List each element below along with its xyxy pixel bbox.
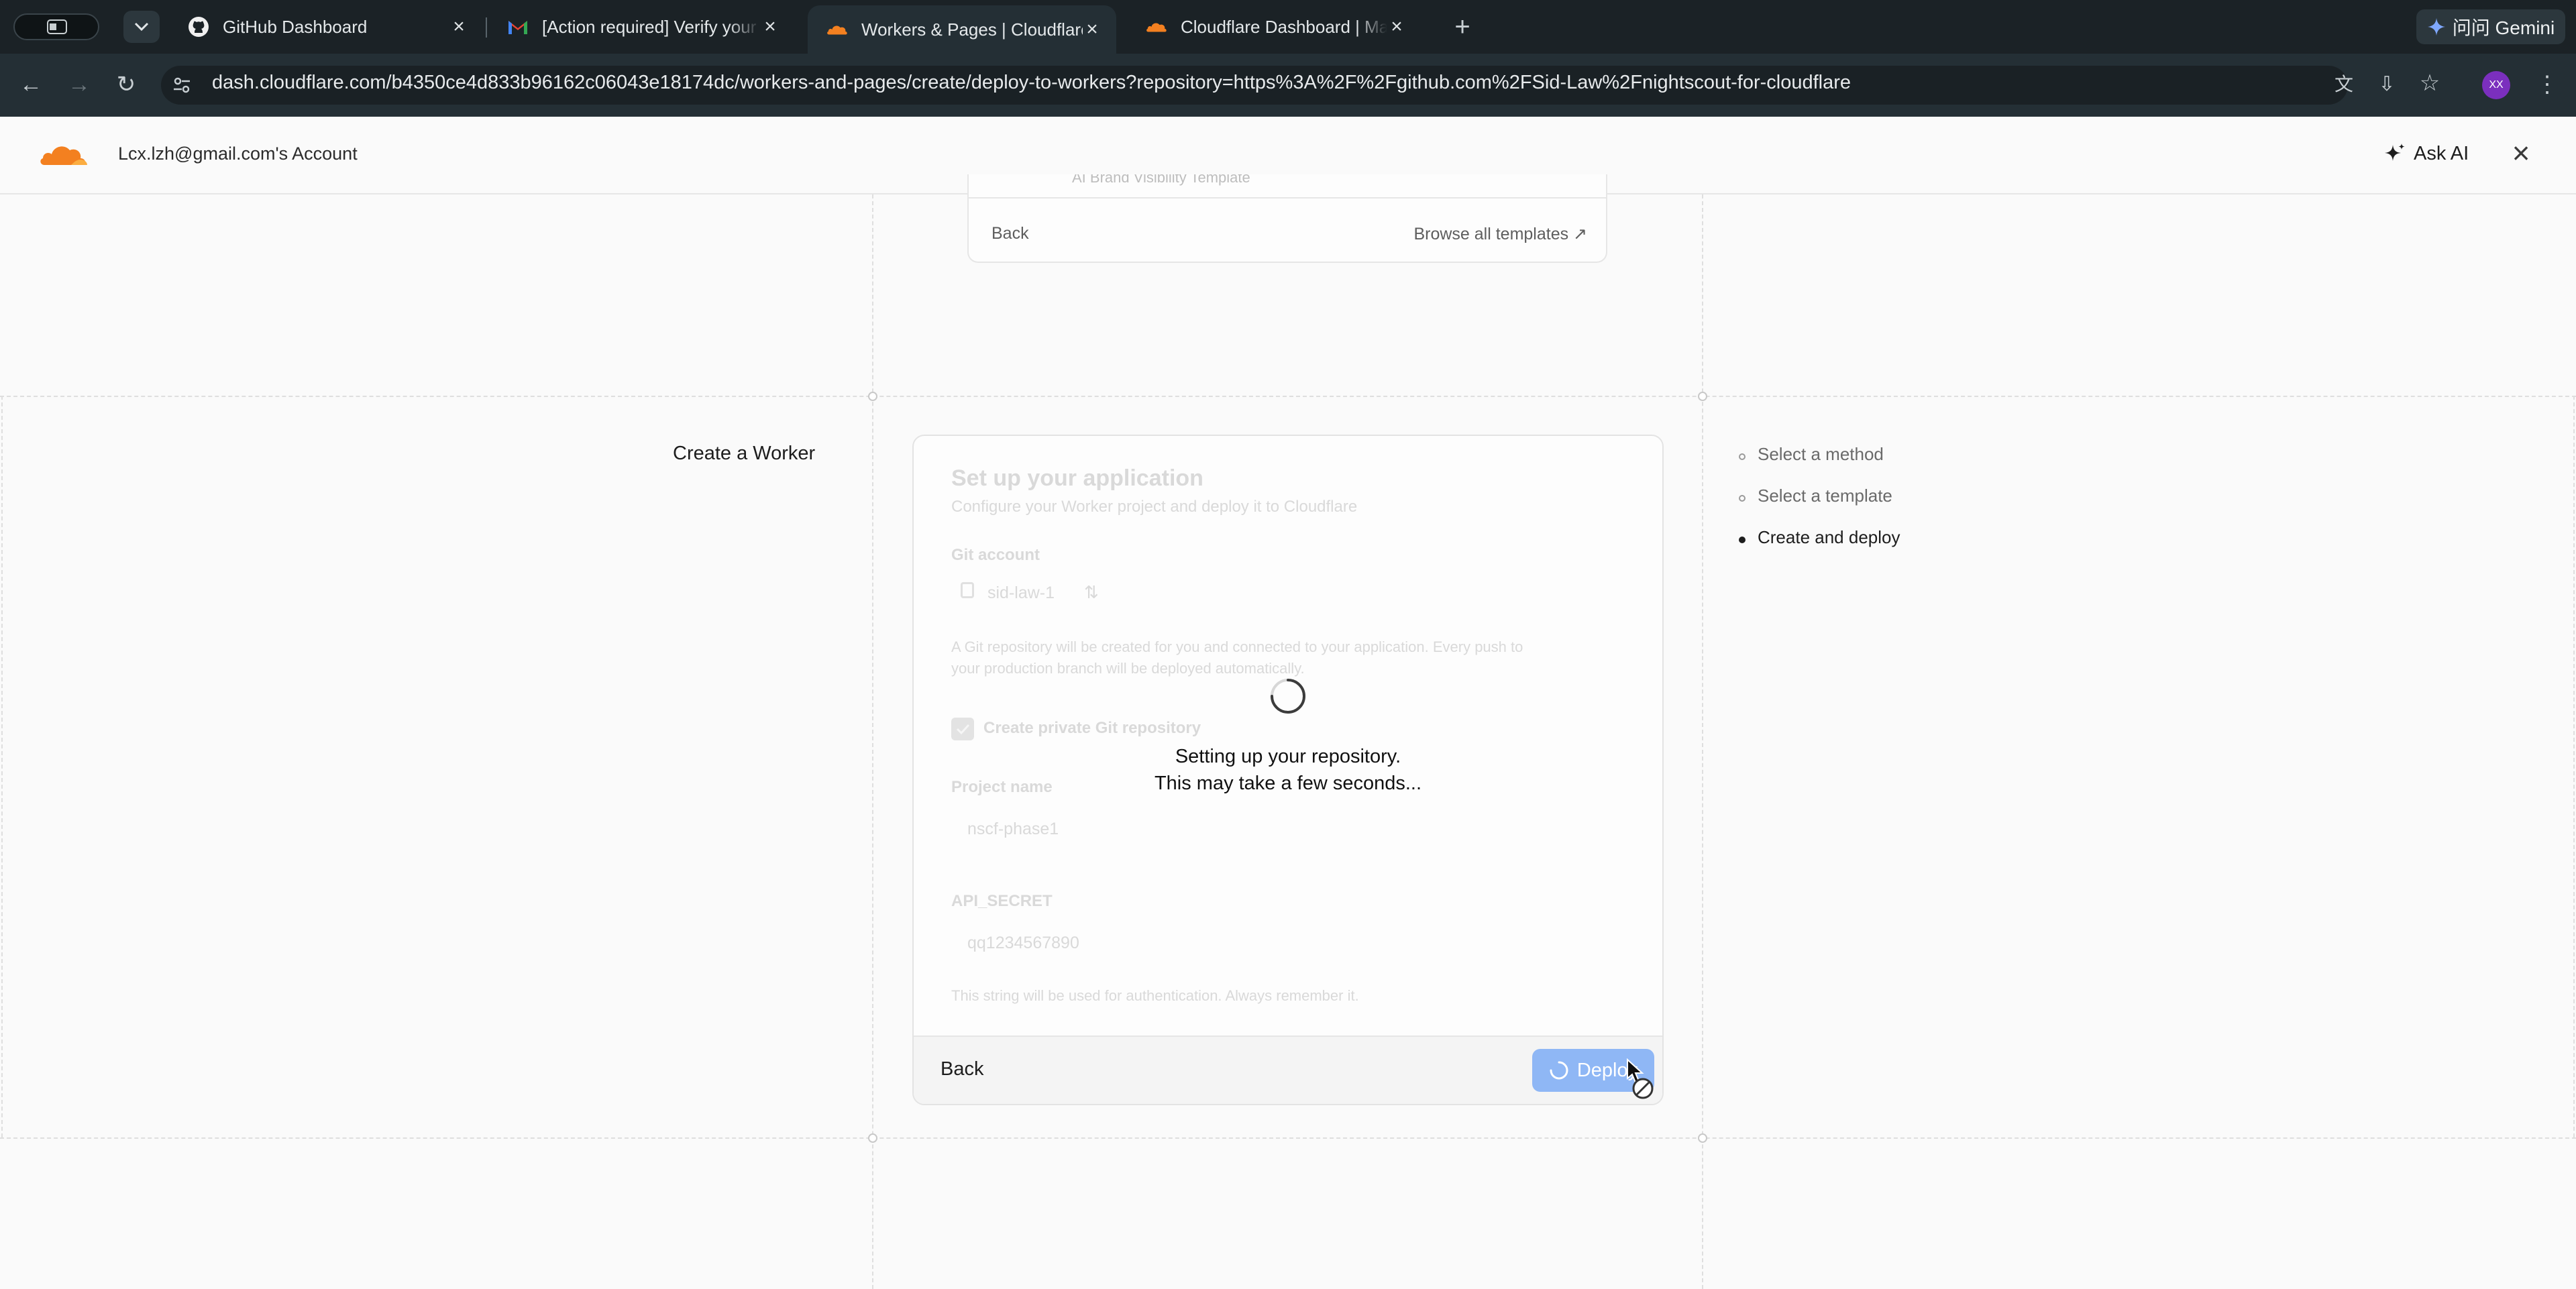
install-app-icon[interactable]: ⇩	[2372, 71, 2402, 98]
window-icon	[47, 19, 67, 34]
profile-avatar[interactable]: XX	[2482, 71, 2510, 99]
browse-all-templates-link[interactable]: Browse all templates ↗	[1411, 224, 1587, 244]
chevron-up-down-icon: ⇅	[1084, 582, 1099, 602]
ask-ai-label: Ask AI	[2414, 142, 2469, 164]
guide-handle	[868, 392, 877, 401]
checkmark-icon	[956, 724, 970, 735]
setup-application-card: Set up your application Configure your W…	[912, 435, 1664, 1105]
api-secret-note: This string will be used for authenticat…	[951, 987, 1359, 1004]
browser-menu-icon[interactable]: ⋮	[2536, 71, 2559, 98]
guide-handle	[868, 1133, 877, 1143]
project-name-input[interactable]: nscf-phase1	[951, 807, 1625, 850]
api-secret-label: API_SECRET	[951, 892, 1053, 910]
guide-handle	[1698, 1133, 1707, 1143]
chevron-down-icon	[134, 22, 149, 32]
api-secret-value: qq1234567890	[967, 934, 1079, 952]
tab-group-pill[interactable]	[13, 13, 99, 40]
layout-guide	[872, 194, 873, 1289]
layout-guide	[0, 1137, 2576, 1139]
not-allowed-icon	[1632, 1078, 1654, 1099]
cloudflare-icon	[1146, 16, 1167, 38]
tab-search-button[interactable]	[123, 11, 160, 43]
url-text: dash.cloudflare.com/b4350ce4d833b96162c0…	[212, 72, 1851, 93]
layout-guide	[0, 396, 2576, 397]
close-icon[interactable]: ×	[2508, 137, 2534, 168]
translate-icon[interactable]: 文	[2329, 71, 2359, 98]
tab-title: GitHub Dashboard	[223, 16, 368, 37]
git-note: your production branch will be deployed …	[951, 660, 1305, 677]
close-icon[interactable]: ×	[449, 15, 468, 38]
step-create-deploy: Create and deploy	[1758, 527, 1900, 547]
git-account-select[interactable]: sid-law-1 ⇅	[951, 574, 1099, 612]
tab-title: Workers & Pages | Cloudflare	[861, 19, 1083, 40]
forward-arrow-icon[interactable]: →	[64, 71, 94, 98]
mouse-cursor	[1626, 1058, 1660, 1105]
button-spinner-icon	[1550, 1061, 1568, 1080]
git-note: A Git repository will be created for you…	[951, 638, 1523, 655]
cloudflare-icon	[826, 19, 848, 40]
loading-spinner-icon	[1271, 679, 1305, 714]
layout-guide	[2573, 396, 2575, 1137]
step-dot-done	[1739, 495, 1746, 502]
gmail-icon	[507, 16, 529, 38]
loading-line-2: This may take a few seconds...	[1154, 773, 1422, 794]
reload-icon[interactable]: ↻	[111, 71, 141, 98]
api-secret-input[interactable]: qq1234567890	[951, 921, 1625, 964]
account-name[interactable]: Lcx.lzh@gmail.com's Account	[118, 144, 358, 164]
git-account-value: sid-law-1	[987, 583, 1055, 602]
layout-guide	[1702, 194, 1703, 1289]
step-dot-done	[1739, 453, 1746, 460]
form-heading: Set up your application	[951, 465, 1203, 491]
page-title: Create a Worker	[673, 443, 816, 464]
step-select-method[interactable]: Select a method	[1758, 444, 1884, 465]
git-account-label: Git account	[951, 546, 1040, 564]
close-icon[interactable]: ×	[1387, 15, 1406, 38]
tab-gmail-verify[interactable]: [Action required] Verify your ×	[488, 5, 794, 48]
github-icon	[188, 16, 209, 38]
back-arrow-icon[interactable]: ←	[16, 71, 46, 98]
tab-workers-pages[interactable]: Workers & Pages | Cloudflare ×	[808, 5, 1116, 54]
tab-cloudflare-dashboard[interactable]: Cloudflare Dashboard | Mana ×	[1127, 5, 1421, 48]
gemini-sparkle-icon	[2427, 18, 2445, 36]
template-item-peek[interactable]: AI Brand Visibility Template	[969, 174, 1606, 199]
back-button[interactable]: Back	[941, 1058, 983, 1080]
sparkle-icon	[2385, 144, 2405, 161]
cloudflare-logo-icon[interactable]	[39, 139, 89, 168]
gemini-label: 问问 Gemini	[2452, 17, 2555, 38]
tab-title: [Action required] Verify your	[542, 16, 757, 37]
template-card: AI Brand Visibility Template Back Browse…	[967, 174, 1607, 263]
bookmark-star-icon[interactable]: ☆	[2415, 70, 2445, 97]
template-item-label: AI Brand Visibility Template	[1072, 174, 1250, 186]
form-subheading: Configure your Worker project and deploy…	[951, 498, 1358, 516]
close-icon[interactable]: ×	[761, 15, 780, 38]
project-name-value: nscf-phase1	[967, 820, 1059, 838]
tab-separator	[486, 17, 487, 38]
site-settings-icon[interactable]	[172, 75, 192, 95]
loading-message: Setting up your repository. This may tak…	[914, 743, 1662, 797]
private-repo-checkbox[interactable]	[951, 718, 974, 740]
new-tab-plus-icon[interactable]: +	[1449, 13, 1476, 40]
card-footer: Back Deploy	[914, 1035, 1662, 1104]
git-branch-icon	[961, 582, 974, 598]
ask-ai-button[interactable]: Ask AI	[2384, 138, 2478, 169]
step-select-template[interactable]: Select a template	[1758, 486, 1892, 506]
loading-line-1: Setting up your repository.	[1175, 746, 1401, 767]
guide-handle	[1698, 392, 1707, 401]
layout-guide	[1, 396, 3, 1137]
gemini-button[interactable]: 问问 Gemini	[2416, 9, 2565, 44]
step-dot-current	[1739, 537, 1746, 543]
private-repo-label: Create private Git repository	[983, 719, 1201, 737]
tab-title: Cloudflare Dashboard | Mana	[1181, 16, 1387, 37]
tab-github-dashboard[interactable]: GitHub Dashboard ×	[169, 5, 483, 48]
close-icon[interactable]: ×	[1083, 18, 1102, 41]
template-back-link[interactable]: Back	[991, 224, 1029, 243]
browser-tab-bar: GitHub Dashboard × [Action required] Ver…	[0, 0, 2576, 54]
profile-initials: XX	[2489, 79, 2504, 91]
